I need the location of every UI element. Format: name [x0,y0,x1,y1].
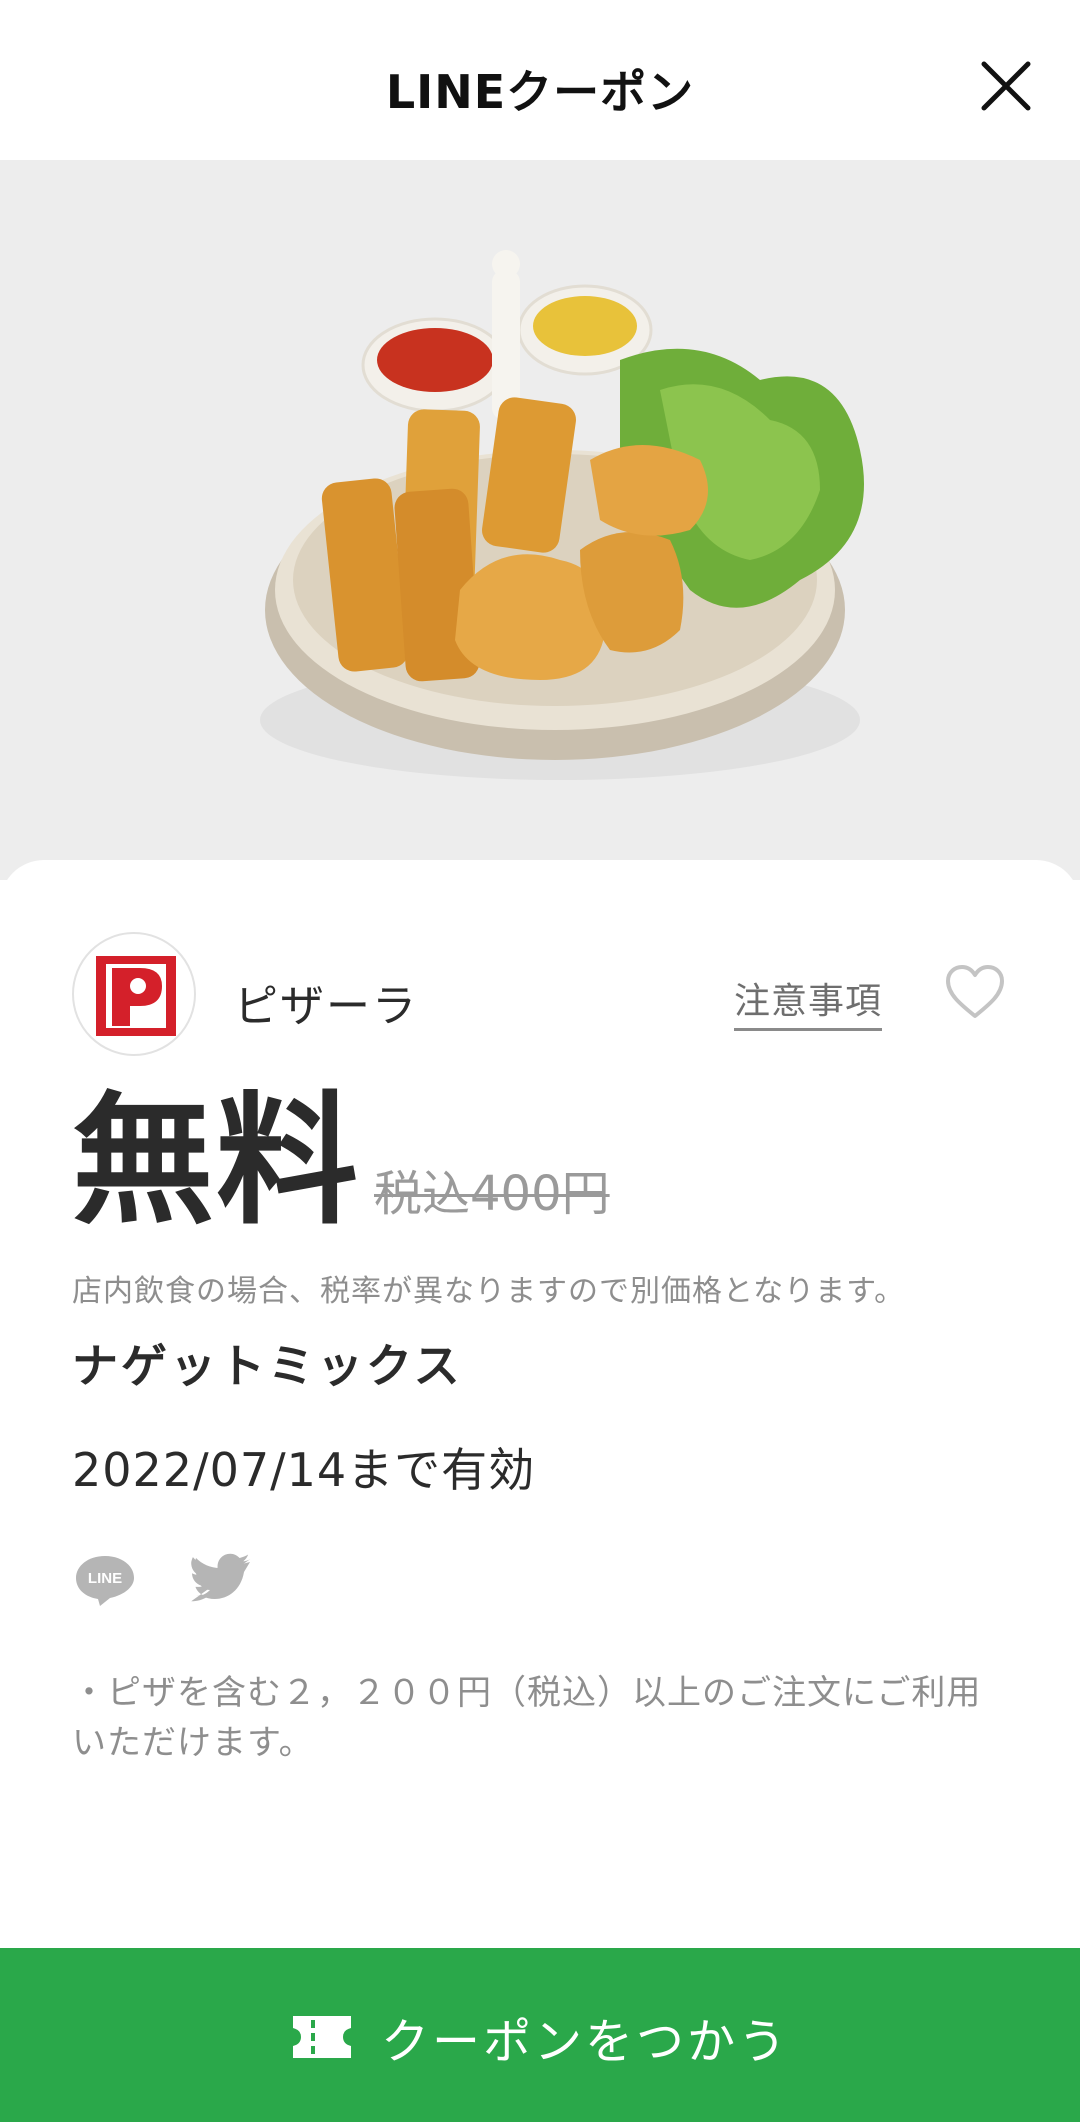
close-button[interactable] [980,60,1032,112]
tax-note: 店内飲食の場合、税率が異なりますので別価格となります。 [72,1274,906,1309]
share-line-button[interactable]: LINE [72,1552,138,1608]
brand-name: ピザーラ [234,981,418,1032]
use-coupon-button[interactable]: クーポンをつかう [0,1948,1080,2122]
close-icon [981,61,1031,111]
price-row: 無料 税込400円 [72,1082,610,1242]
heart-icon [946,965,1004,1018]
terms-text: ・ピザを含む２，２００円（税込）以上のご注文にご利用いただけます。 [72,1673,982,1763]
brand-row: ピザーラ 注意事項 [72,932,1008,1056]
use-coupon-label: クーポンをつかう [380,2014,789,2070]
original-price: 税込400円 [374,1166,610,1222]
validity-date: 2022/07/14まで有効 [72,1443,536,1497]
ticket-icon [292,2016,351,2058]
svg-text:LINE: LINE [88,1570,122,1587]
use-coupon-content: クーポンをつかう [0,2002,1080,2072]
line-icon: LINE [76,1556,134,1606]
coupon-card: ピザーラ 注意事項 無料 税込400円 店内飲食の場合、税率が異なりますので別価格… [0,860,1080,1960]
page-title: LINEクーポン [385,65,695,119]
brand-logo [72,932,196,1056]
notice-link[interactable]: 注意事項 [733,972,882,1031]
item-name: ナゲットミックス [72,1339,463,1393]
share-twitter-button[interactable] [188,1552,254,1608]
twitter-icon [191,1553,251,1602]
coupon-image [0,160,1080,880]
header: LINEクーポン [0,0,1080,160]
price: 無料 [72,1079,360,1244]
favorite-button[interactable] [942,962,1008,1022]
